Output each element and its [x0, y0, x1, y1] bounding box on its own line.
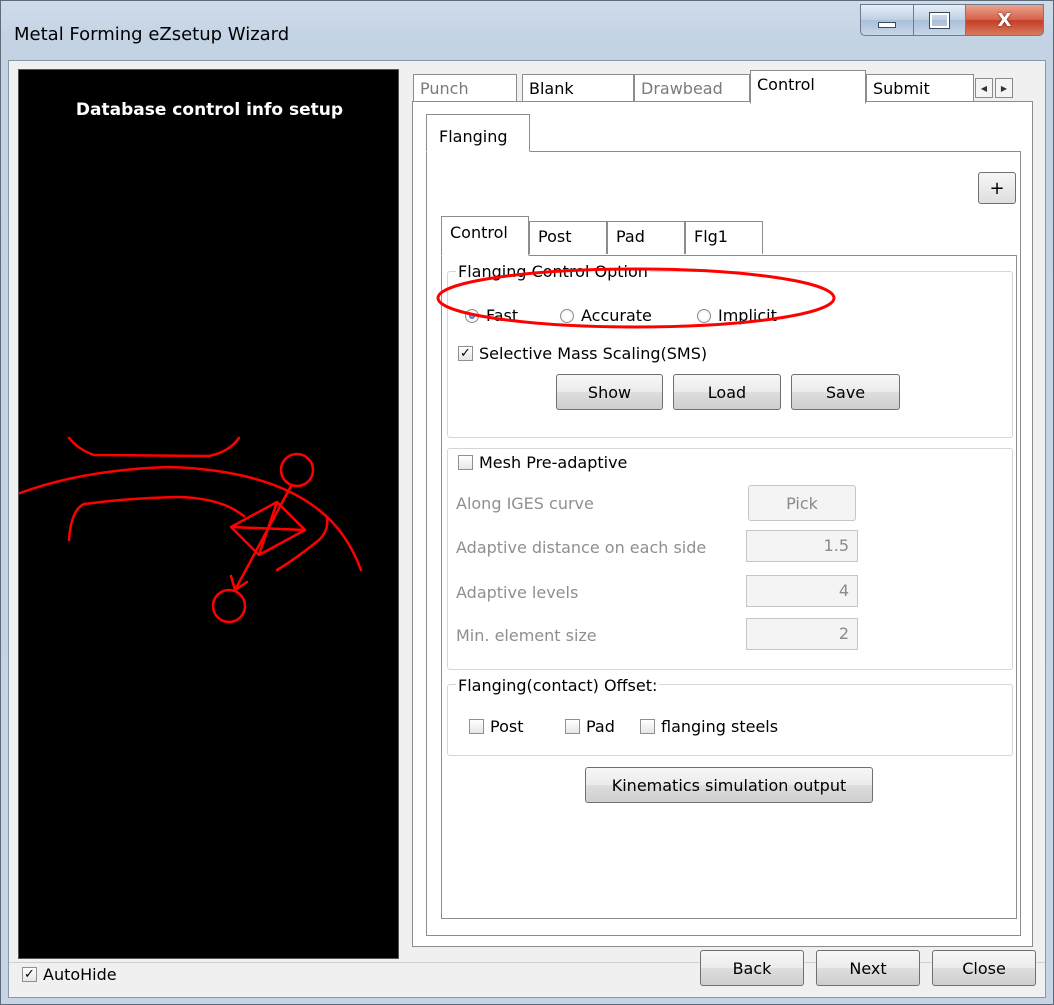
load-button[interactable]: Load — [673, 374, 781, 410]
adaptive-levels-field[interactable]: 4 — [746, 575, 858, 607]
offset-flanging-steels-checkbox[interactable]: flanging steels — [640, 717, 778, 736]
radio-implicit-label: Implicit — [718, 306, 777, 325]
offset-post-label: Post — [490, 717, 524, 736]
autohide-checkbox[interactable]: ✓ AutoHide — [22, 965, 117, 984]
radio-accurate[interactable]: Accurate — [560, 306, 652, 325]
radio-fast[interactable]: Fast — [465, 306, 518, 325]
radio-implicit-indicator[interactable] — [697, 308, 711, 323]
control-option-title: Flanging Control Option — [456, 262, 650, 281]
along-iges-label: Along IGES curve — [456, 494, 594, 513]
adaptive-levels-label: Adaptive levels — [456, 583, 579, 602]
window-title: Metal Forming eZsetup Wizard — [14, 24, 290, 45]
min-element-size-field[interactable]: 2 — [746, 618, 858, 650]
tab-scroll-buttons: ◀ ▶ — [975, 78, 1013, 98]
inner-profile — [67, 495, 246, 542]
mesh-preadaptive-label: Mesh Pre-adaptive — [479, 453, 628, 472]
autohide-label: AutoHide — [43, 965, 117, 984]
tab-punch[interactable]: Punch — [413, 74, 517, 102]
tab-pad[interactable]: Pad — [607, 221, 685, 254]
top-node — [279, 452, 315, 488]
sms-checkbox[interactable]: ✓ Selective Mass Scaling(SMS) — [458, 344, 707, 363]
outer-arc — [19, 465, 363, 572]
offset-post-box[interactable] — [469, 719, 484, 734]
offset-pad-label: Pad — [586, 717, 615, 736]
bottom-node — [211, 588, 247, 624]
sms-checkbox-label: Selective Mass Scaling(SMS) — [479, 344, 708, 363]
sms-checkbox-box[interactable]: ✓ — [458, 346, 473, 361]
offset-flanging-steels-label: flanging steels — [661, 717, 779, 736]
maximize-icon — [929, 11, 950, 29]
radio-fast-indicator[interactable] — [465, 308, 479, 323]
preview-panel: Database control info setup — [18, 69, 399, 959]
tab-scroll-left-icon[interactable]: ◀ — [975, 78, 993, 98]
adaptive-distance-field[interactable]: 1.5 — [746, 530, 858, 562]
offset-pad-box[interactable] — [565, 719, 580, 734]
tab-flg1[interactable]: Flg1 — [685, 221, 763, 254]
maximize-button[interactable] — [914, 4, 966, 36]
minimize-button[interactable] — [860, 4, 914, 36]
adaptive-distance-label: Adaptive distance on each side — [456, 538, 707, 557]
back-button[interactable]: Back — [700, 950, 804, 986]
radio-accurate-label: Accurate — [581, 306, 652, 325]
preview-panel-title: Database control info setup — [75, 100, 344, 120]
flanging-sketch-image — [19, 436, 363, 624]
show-button[interactable]: Show — [556, 374, 663, 410]
add-tab-button[interactable]: + — [978, 172, 1016, 204]
tab-scroll-right-icon[interactable]: ▶ — [995, 78, 1013, 98]
offset-title: Flanging(contact) Offset: — [456, 676, 660, 695]
tab-flanging[interactable]: Flanging — [426, 114, 530, 152]
min-element-size-label: Min. element size — [456, 626, 597, 645]
tab-inner-control[interactable]: Control — [441, 216, 529, 256]
radio-accurate-indicator[interactable] — [560, 308, 574, 323]
kinematics-output-button[interactable]: Kinematics simulation output — [585, 767, 873, 803]
close-icon: X — [997, 9, 1012, 31]
caption-buttons: X — [860, 4, 1046, 38]
tab-drawbead[interactable]: Drawbead — [634, 74, 750, 102]
save-button[interactable]: Save — [791, 374, 900, 410]
radio-fast-label: Fast — [486, 306, 519, 325]
close-window-button[interactable]: X — [966, 4, 1044, 36]
autohide-box[interactable]: ✓ — [22, 967, 37, 982]
pick-button[interactable]: Pick — [748, 485, 856, 521]
tab-submit[interactable]: Submit — [866, 74, 974, 102]
tab-post[interactable]: Post — [529, 221, 607, 254]
close-button[interactable]: Close — [932, 950, 1036, 986]
mesh-preadaptive-box[interactable] — [458, 455, 473, 470]
die-top-line — [67, 436, 241, 458]
radio-implicit[interactable]: Implicit — [697, 306, 777, 325]
offset-post-checkbox[interactable]: Post — [469, 717, 523, 736]
offset-flanging-steels-box[interactable] — [640, 719, 655, 734]
tab-blank[interactable]: Blank — [522, 74, 634, 102]
tab-control[interactable]: Control — [750, 70, 866, 104]
next-button[interactable]: Next — [816, 950, 920, 986]
minimize-icon — [878, 22, 896, 28]
mesh-preadaptive-checkbox[interactable]: Mesh Pre-adaptive — [458, 453, 631, 472]
offset-pad-checkbox[interactable]: Pad — [565, 717, 615, 736]
